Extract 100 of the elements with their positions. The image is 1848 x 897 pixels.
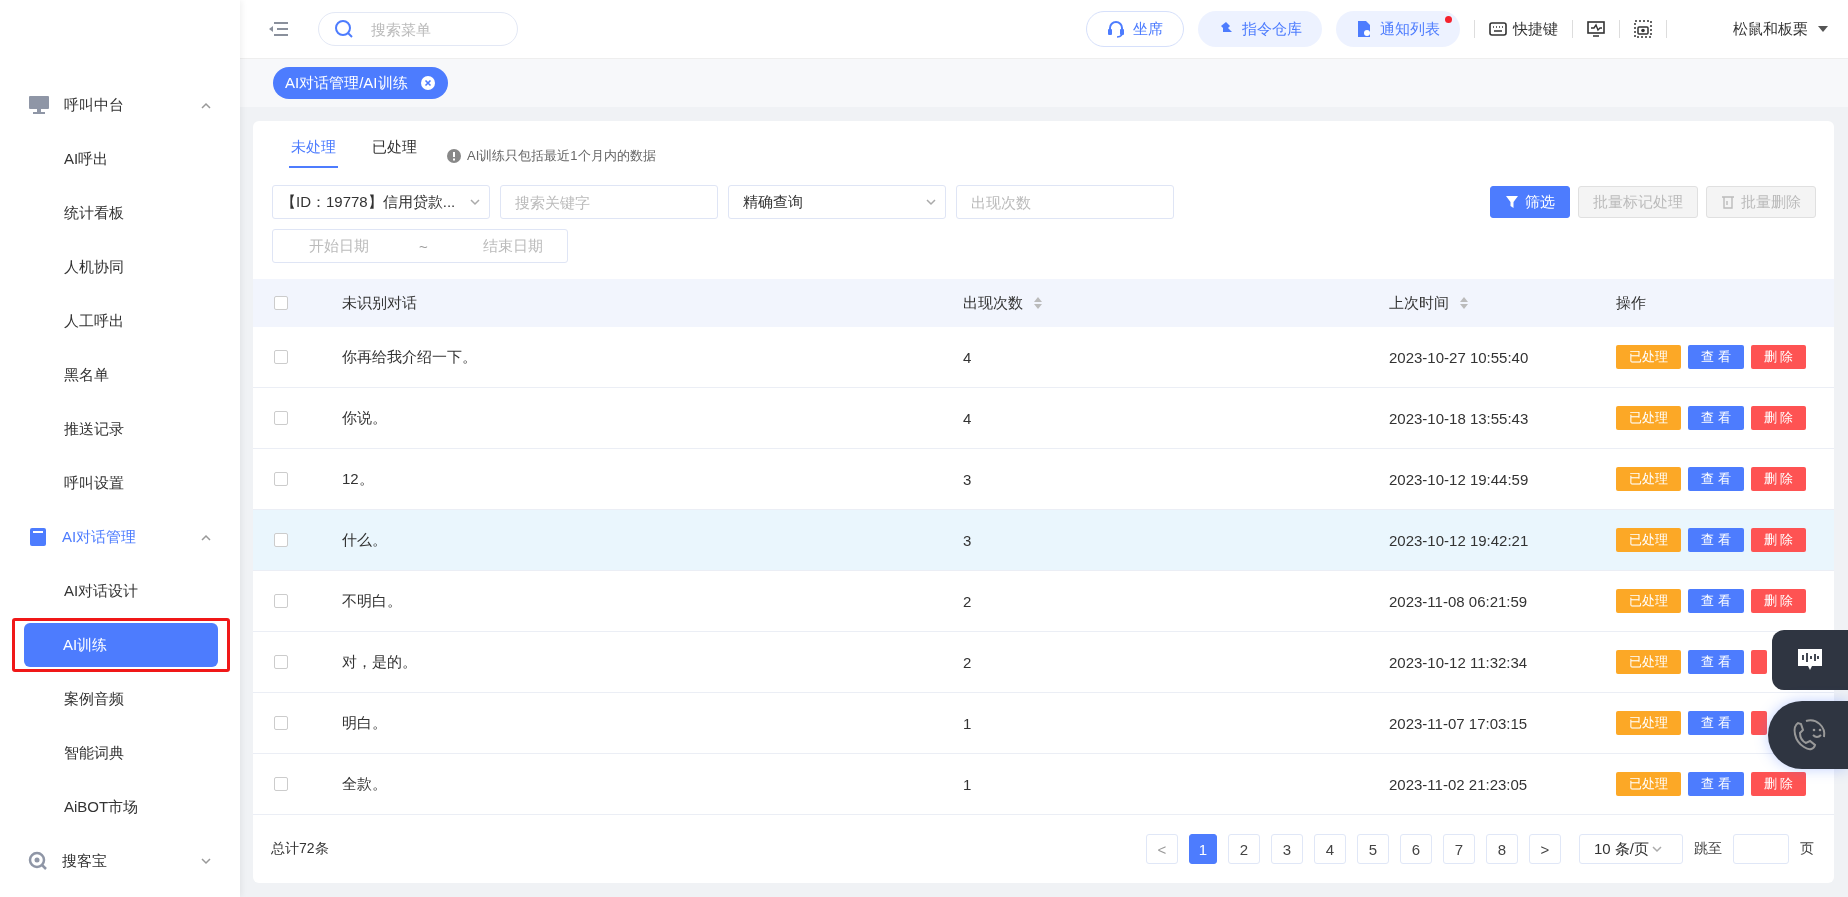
toolbar-button[interactable]: 指令仓库 xyxy=(1198,11,1322,47)
total-count: 总计72条 xyxy=(271,840,329,858)
prev-page-button[interactable]: < xyxy=(1146,834,1178,864)
checkbox[interactable] xyxy=(274,350,288,364)
view-button[interactable]: 查 看 xyxy=(1688,345,1744,369)
page-button[interactable]: 7 xyxy=(1443,834,1475,864)
delete-button[interactable]: 删 除 xyxy=(1750,772,1807,796)
menu-item[interactable]: AiBOT市场 xyxy=(12,785,228,829)
trash-icon xyxy=(1721,195,1735,209)
table-cell: 2 xyxy=(963,653,972,671)
menu-item[interactable]: AI训练 xyxy=(24,623,218,667)
page-tab[interactable]: AI对话管理/AI训练 xyxy=(273,67,448,99)
mark-done-button[interactable]: 已处理 xyxy=(1616,467,1681,491)
delete-button[interactable]: 删 除 xyxy=(1750,467,1807,491)
checkbox[interactable] xyxy=(274,716,288,730)
mark-done-button[interactable]: 已处理 xyxy=(1616,650,1681,674)
menu-item[interactable]: 人机协同 xyxy=(12,245,228,289)
page-input[interactable] xyxy=(1733,834,1789,864)
page-button[interactable]: 8 xyxy=(1486,834,1518,864)
menu-fold-icon xyxy=(268,21,288,37)
date-range-field[interactable]: 开始日期 ~ 结束日期 xyxy=(272,229,568,263)
table-cell: 2023-10-27 10:55:40 xyxy=(1389,348,1529,366)
menu-item[interactable]: AI对话设计 xyxy=(12,569,228,613)
chevron-up-icon xyxy=(200,101,212,109)
chevron-down-icon xyxy=(1651,845,1664,853)
menu-item[interactable]: 统计看板 xyxy=(12,191,228,235)
checkbox[interactable] xyxy=(274,411,288,425)
input-field[interactable]: 出现次数 xyxy=(956,185,1174,219)
delete-button[interactable] xyxy=(1750,650,1767,674)
page-button[interactable]: 4 xyxy=(1314,834,1346,864)
column-header[interactable]: 出现次数 xyxy=(963,293,1023,313)
column-header[interactable]: 上次时间 xyxy=(1389,293,1449,313)
view-button[interactable]: 查 看 xyxy=(1688,589,1744,613)
mark-done-button[interactable]: 已处理 xyxy=(1616,406,1681,430)
menu-group[interactable]: 呼叫中台 xyxy=(0,78,240,132)
table-cell: 12。 xyxy=(342,469,374,487)
view-button[interactable]: 查 看 xyxy=(1688,711,1744,735)
tab[interactable]: 未处理 xyxy=(289,138,338,168)
info-icon xyxy=(447,149,461,163)
select-field[interactable]: 精确查询 xyxy=(728,185,946,219)
table-cell: 3 xyxy=(963,470,972,488)
input-field[interactable]: 搜索关键字 xyxy=(500,185,718,219)
view-button[interactable]: 查 看 xyxy=(1688,467,1744,491)
mark-done-button[interactable]: 已处理 xyxy=(1616,711,1681,735)
search-field[interactable]: 搜索菜单 xyxy=(318,12,518,46)
view-button[interactable]: 查 看 xyxy=(1688,406,1744,430)
menu-item[interactable]: 人工呼出 xyxy=(12,299,228,343)
view-button[interactable]: 查 看 xyxy=(1688,772,1744,796)
menu-group[interactable]: AI对话管理 xyxy=(0,510,240,564)
voice-widget-button[interactable] xyxy=(1772,630,1848,690)
next-page-button[interactable]: > xyxy=(1529,834,1561,864)
menu-item[interactable]: 智能词典 xyxy=(12,731,228,775)
page-button[interactable]: 2 xyxy=(1228,834,1260,864)
delete-button[interactable]: 删 除 xyxy=(1750,406,1807,430)
checkbox[interactable] xyxy=(274,472,288,486)
page-button[interactable]: 1 xyxy=(1189,834,1217,864)
delete-button[interactable]: 删 除 xyxy=(1750,528,1807,552)
table-cell: 不明白。 xyxy=(342,591,402,609)
page-button[interactable]: 6 xyxy=(1400,834,1432,864)
view-button[interactable]: 查 看 xyxy=(1688,650,1744,674)
table-cell: 2023-10-18 13:55:43 xyxy=(1389,409,1529,427)
toolbar-button[interactable]: 坐席 xyxy=(1086,11,1184,47)
page-size-select[interactable]: 10 条/页 xyxy=(1579,834,1683,864)
table-cell: 2023-10-12 19:44:59 xyxy=(1389,470,1529,488)
checkbox[interactable] xyxy=(274,296,288,310)
table-cell: 你说。 xyxy=(342,408,387,426)
mark-done-button[interactable]: 已处理 xyxy=(1616,528,1681,552)
delete-button[interactable]: 删 除 xyxy=(1750,589,1807,613)
table-cell: 2023-11-08 06:21:59 xyxy=(1389,592,1528,610)
checkbox[interactable] xyxy=(274,777,288,791)
menu-group[interactable]: 搜客宝 xyxy=(0,834,240,888)
toolbar-button[interactable]: 通知列表 xyxy=(1336,11,1460,47)
menu-item[interactable]: 呼叫设置 xyxy=(12,461,228,505)
mark-done-button[interactable]: 已处理 xyxy=(1616,345,1681,369)
service-widget-button[interactable] xyxy=(1768,701,1848,769)
user-name[interactable]: 松鼠和板栗 xyxy=(1733,19,1808,39)
delete-button[interactable]: 删 除 xyxy=(1750,345,1807,369)
page-button[interactable]: 3 xyxy=(1271,834,1303,864)
menu-item[interactable]: 推送记录 xyxy=(12,407,228,451)
table-cell: 什么。 xyxy=(342,530,387,548)
voice-message-icon xyxy=(1797,648,1823,672)
menu-item[interactable]: AI呼出 xyxy=(12,137,228,181)
mark-done-button[interactable]: 已处理 xyxy=(1616,589,1681,613)
checkbox[interactable] xyxy=(274,533,288,547)
delete-button[interactable] xyxy=(1750,711,1767,735)
table-cell: 2023-11-07 17:03:15 xyxy=(1389,714,1528,732)
tab[interactable]: 已处理 xyxy=(370,138,419,168)
search-icon xyxy=(28,851,48,871)
action-button[interactable]: 筛选 xyxy=(1490,186,1570,218)
menu-item[interactable]: 案例音频 xyxy=(12,677,228,721)
checkbox[interactable] xyxy=(274,594,288,608)
mark-done-button[interactable]: 已处理 xyxy=(1616,772,1681,796)
shortcut-button[interactable]: 快捷键 xyxy=(1489,19,1558,39)
menu-item[interactable]: 黑名单 xyxy=(12,353,228,397)
page-button[interactable]: 5 xyxy=(1357,834,1389,864)
table-cell: 明白。 xyxy=(342,713,387,731)
select-field[interactable]: 【ID：19778】信用贷款... xyxy=(272,185,490,219)
view-button[interactable]: 查 看 xyxy=(1688,528,1744,552)
headset-icon xyxy=(1107,20,1125,38)
checkbox[interactable] xyxy=(274,655,288,669)
